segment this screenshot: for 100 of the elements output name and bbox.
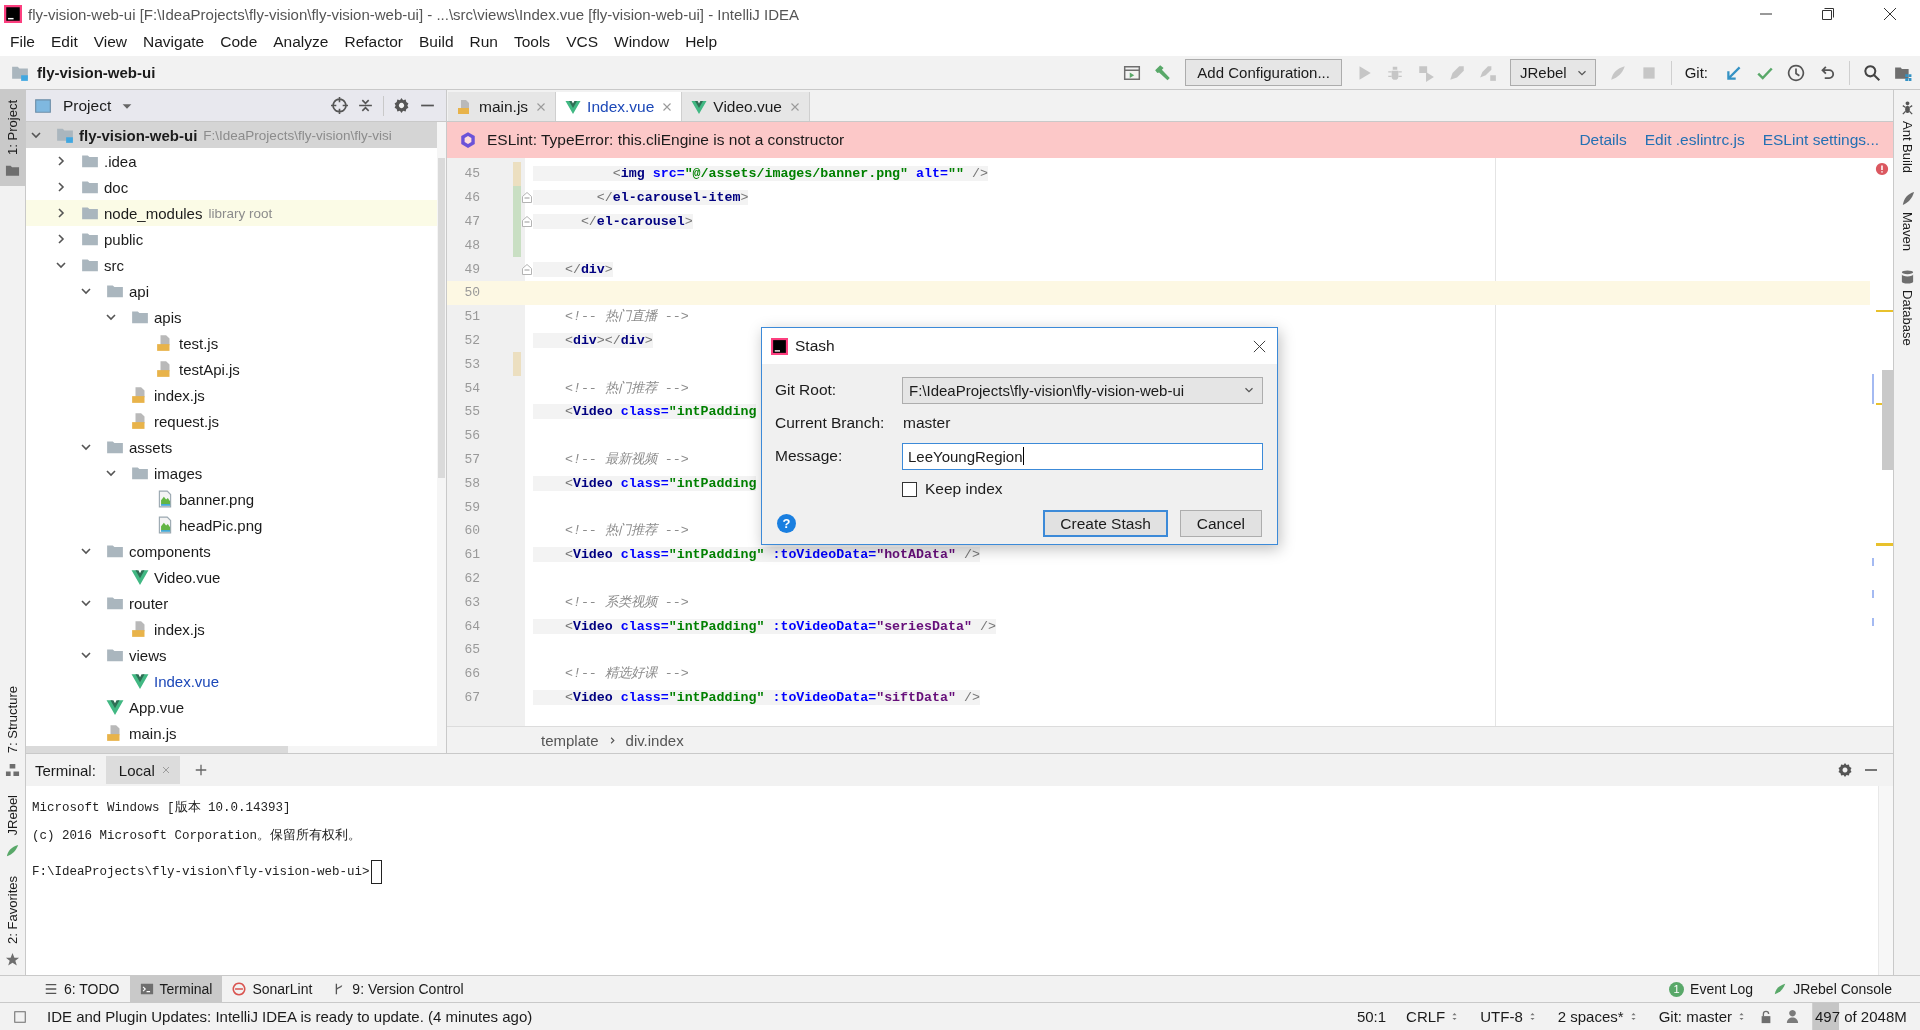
breadcrumb-item[interactable]: template bbox=[541, 731, 599, 749]
tree-item[interactable]: fly-vision-web-ui F:\IdeaProjects\fly-vision\fly-visi bbox=[26, 122, 437, 148]
indent-widget[interactable]: 2 spaces* bbox=[1557, 1008, 1639, 1025]
tree-item[interactable]: testApi.js bbox=[26, 356, 437, 382]
line-separator-widget[interactable]: CRLF bbox=[1406, 1008, 1461, 1025]
branch-widget[interactable]: Git: master bbox=[1658, 1008, 1747, 1025]
clock-icon[interactable] bbox=[1787, 63, 1805, 82]
tool-window-tab[interactable]: Maven bbox=[1894, 187, 1920, 266]
dialog-button[interactable]: Cancel bbox=[1179, 510, 1262, 537]
tool-window-tab[interactable]: JRebel bbox=[0, 784, 25, 867]
scrollbar[interactable] bbox=[26, 746, 288, 753]
banner-link[interactable]: Edit .eslintrc.js bbox=[1644, 131, 1745, 149]
module-icon bbox=[56, 126, 74, 144]
tree-item[interactable]: api bbox=[26, 278, 437, 304]
tree-item[interactable]: headPic.png bbox=[26, 512, 437, 538]
menu-item[interactable]: Tools bbox=[505, 33, 559, 51]
tree-item[interactable]: Index.vue bbox=[26, 668, 437, 694]
collapse-icon[interactable] bbox=[357, 97, 374, 114]
add-configuration-button[interactable]: Add Configuration... bbox=[1185, 59, 1342, 86]
folder-icon bbox=[106, 438, 124, 456]
project-breadcrumb[interactable]: fly-vision-web-ui bbox=[37, 64, 156, 81]
menu-item[interactable]: Edit bbox=[43, 33, 86, 51]
menu-item[interactable]: View bbox=[85, 33, 136, 51]
panel-title-dropdown[interactable]: Project bbox=[63, 96, 112, 115]
lock-icon[interactable] bbox=[1759, 1009, 1773, 1024]
tree-item[interactable]: test.js bbox=[26, 330, 437, 356]
tree-item[interactable]: App.vue bbox=[26, 694, 437, 720]
tool-window-tab[interactable]: 2: Favorites bbox=[0, 866, 25, 975]
line-number: 57 bbox=[463, 451, 480, 467]
tool-window-tab[interactable]: 7: Structure bbox=[0, 676, 25, 785]
run-target-dropdown[interactable]: JRebel bbox=[1509, 59, 1596, 86]
editor-tab[interactable]: Video.vue bbox=[682, 92, 810, 121]
message-input-field[interactable]: LeeYoungRegion bbox=[902, 442, 1263, 470]
tool-window-tab[interactable]: Terminal bbox=[129, 976, 223, 1002]
encoding-widget[interactable]: UTF-8 bbox=[1480, 1008, 1538, 1025]
tree-item[interactable]: index.js bbox=[26, 382, 437, 408]
scrollbar[interactable] bbox=[438, 158, 445, 478]
tree-item[interactable]: index.js bbox=[26, 616, 437, 642]
menu-item[interactable]: Build bbox=[411, 33, 462, 51]
tree-item[interactable]: main.js bbox=[26, 720, 437, 746]
git-root-dropdown[interactable]: F:\IdeaProjects\fly-vision\fly-vision-web-ui bbox=[902, 376, 1263, 404]
dialog-button[interactable]: Create Stash bbox=[1043, 510, 1168, 537]
git-label: Git: bbox=[1684, 64, 1708, 81]
tree-item[interactable]: router bbox=[26, 590, 437, 616]
person-icon[interactable] bbox=[1785, 1009, 1800, 1024]
close-icon[interactable] bbox=[1882, 6, 1898, 22]
caret-position[interactable]: 50:1 bbox=[1356, 1008, 1387, 1025]
add-icon[interactable] bbox=[193, 763, 208, 777]
menu-item[interactable]: Code bbox=[212, 33, 266, 51]
tree-item[interactable]: banner.png bbox=[26, 486, 437, 512]
settings-icon[interactable] bbox=[393, 97, 410, 114]
banner-link[interactable]: ESLint settings... bbox=[1762, 131, 1879, 149]
tool-window-tab[interactable]: 1 Event Log bbox=[1659, 976, 1764, 1002]
tool-window-tab[interactable]: 6: TODO bbox=[34, 976, 130, 1002]
search-icon[interactable] bbox=[1863, 63, 1881, 82]
menu-item[interactable]: Help bbox=[677, 33, 726, 51]
scrollbar[interactable] bbox=[1882, 370, 1893, 470]
tool-window-tab[interactable]: 9: Version Control bbox=[322, 976, 474, 1002]
settings-icon[interactable] bbox=[1837, 762, 1853, 778]
menu-item[interactable]: Refactor bbox=[336, 33, 412, 51]
tree-item[interactable]: node_modules library root bbox=[26, 200, 437, 226]
session-tab[interactable]: Local bbox=[105, 756, 180, 784]
editor-tab[interactable]: main.js bbox=[448, 92, 557, 121]
folder-icon bbox=[106, 282, 124, 300]
tree-item[interactable]: images bbox=[26, 460, 437, 486]
folder-icon bbox=[106, 594, 124, 612]
close-icon[interactable] bbox=[1252, 338, 1267, 354]
tree-item[interactable]: assets bbox=[26, 434, 437, 460]
square-icon[interactable] bbox=[13, 1009, 27, 1024]
breadcrumb-item[interactable]: div.index bbox=[625, 731, 684, 749]
help-button[interactable]: ? bbox=[777, 514, 796, 533]
tool-window-tab[interactable]: Ant Build bbox=[1894, 96, 1920, 188]
restore-icon[interactable] bbox=[1820, 6, 1836, 22]
run-window-icon[interactable] bbox=[1123, 63, 1142, 82]
menu-item[interactable]: Run bbox=[461, 33, 506, 51]
tool-window-tab[interactable]: Database bbox=[1894, 265, 1920, 360]
tree-item[interactable]: components bbox=[26, 538, 437, 564]
tool-window-tab[interactable]: SonarLint bbox=[222, 976, 323, 1002]
tree-item[interactable]: apis bbox=[26, 304, 437, 330]
menu-item[interactable]: File bbox=[2, 33, 43, 51]
menu-item[interactable]: Analyze bbox=[265, 33, 337, 51]
scrollbar[interactable] bbox=[1878, 786, 1893, 975]
tree-item[interactable]: views bbox=[26, 642, 437, 668]
menu-item[interactable]: VCS bbox=[558, 33, 606, 51]
tree-item[interactable]: Video.vue bbox=[26, 564, 437, 590]
banner-link[interactable]: Details bbox=[1579, 131, 1627, 149]
tree-item[interactable]: src bbox=[26, 252, 437, 278]
tree-item[interactable]: doc bbox=[26, 174, 437, 200]
menu-item[interactable]: Navigate bbox=[135, 33, 213, 51]
keep-index-checkbox[interactable]: Keep index bbox=[902, 480, 1263, 498]
editor-tab[interactable]: Index.vue bbox=[556, 92, 683, 121]
tree-item[interactable]: public bbox=[26, 226, 437, 252]
tool-window-tab[interactable]: 1: Project bbox=[0, 90, 25, 186]
branch-value: master bbox=[902, 414, 952, 432]
tool-window-tab[interactable]: JRebel Console bbox=[1763, 976, 1902, 1002]
crosshair-icon[interactable] bbox=[331, 97, 348, 114]
tree-item[interactable]: request.js bbox=[26, 408, 437, 434]
tree-item[interactable]: .idea bbox=[26, 148, 437, 174]
menu-item[interactable]: Window bbox=[606, 33, 678, 51]
dialog-title: Stash bbox=[795, 337, 835, 355]
